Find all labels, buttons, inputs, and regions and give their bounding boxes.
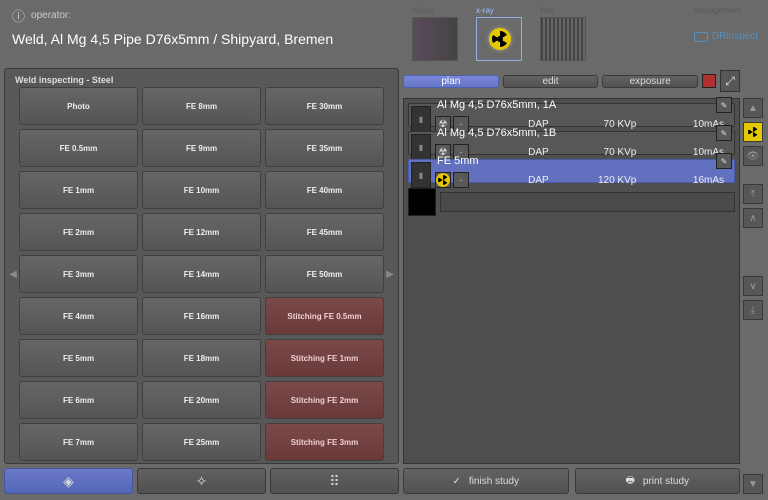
preset-button[interactable]: FE 8mm xyxy=(142,87,261,125)
operator-icon: ⓘ xyxy=(12,6,25,25)
up-button[interactable]: ∧ xyxy=(743,208,763,228)
preset-button[interactable]: FE 18mm xyxy=(142,339,261,377)
lock-icon[interactable]: · xyxy=(453,172,469,188)
preset-button[interactable]: FE 40mm xyxy=(265,171,384,209)
preset-button[interactable]: FE 25mm xyxy=(142,423,261,461)
preset-button[interactable]: Stitching FE 3mm xyxy=(265,423,384,461)
empty-slot[interactable] xyxy=(408,187,735,217)
preset-button[interactable]: FE 12mm xyxy=(142,213,261,251)
exposure-entry[interactable]: ▮FE 5mm✎·DAP120 KVp16mAs xyxy=(408,159,735,183)
entry-kvp: 120 KVp xyxy=(559,175,645,186)
hdr-lists-label: lists xyxy=(540,6,554,15)
mode-btn-1[interactable]: ◈ xyxy=(4,468,133,494)
entry-mas: 16mAs xyxy=(646,175,732,186)
entry-thumb: ▮ xyxy=(411,106,431,132)
radiation-toggle[interactable] xyxy=(743,122,763,142)
record-indicator xyxy=(702,74,716,88)
preset-button[interactable]: FE 5mm xyxy=(19,339,138,377)
preset-button[interactable]: FE 1mm xyxy=(19,171,138,209)
expand-button[interactable]: ⤢ xyxy=(720,70,740,92)
preset-button[interactable]: FE 7mm xyxy=(19,423,138,461)
preset-button[interactable]: FE 45mm xyxy=(265,213,384,251)
preset-button[interactable]: FE 0.5mm xyxy=(19,129,138,167)
preset-button[interactable]: FE 50mm xyxy=(265,255,384,293)
edit-icon[interactable]: ✎ xyxy=(716,153,732,169)
radiation-icon xyxy=(489,28,511,50)
jump-bottom-button[interactable]: ⤓ xyxy=(743,300,763,320)
preset-button[interactable]: Stitching FE 1mm xyxy=(265,339,384,377)
printer-icon: 🖶 xyxy=(625,473,634,490)
thumb-xray[interactable] xyxy=(476,17,522,61)
grid-arrow-left[interactable]: ◀ xyxy=(9,269,17,280)
preset-button[interactable]: FE 6mm xyxy=(19,381,138,419)
scroll-up-button[interactable]: ▲ xyxy=(743,98,763,118)
tab-edit[interactable]: edit xyxy=(503,75,599,88)
jump-top-button[interactable]: ⤒ xyxy=(743,184,763,204)
scroll-down-button[interactable]: ▼ xyxy=(743,474,763,494)
brand: DRinspect xyxy=(694,31,758,42)
thumb-object[interactable] xyxy=(412,17,458,61)
preset-button[interactable]: FE 4mm xyxy=(19,297,138,335)
entry-title: Al Mg 4,5 D76x5mm, 1A xyxy=(435,99,716,111)
check-icon: ✓ xyxy=(453,476,461,487)
entry-thumb: ▮ xyxy=(411,162,431,188)
hdr-object-label: object xyxy=(412,6,433,15)
mode-btn-3[interactable]: ⠿ xyxy=(270,468,399,494)
xray-mini-icon xyxy=(435,172,451,188)
exposure-entry[interactable]: ▮Al Mg 4,5 D76x5mm, 1B✎☢·DAP70 KVp10mAs xyxy=(408,131,735,155)
entry-title: FE 5mm xyxy=(435,155,716,167)
panel-title: Weld inspecting - Steel xyxy=(9,73,394,87)
empty-thumb xyxy=(408,188,436,216)
entry-title: Al Mg 4,5 D76x5mm, 1B xyxy=(435,127,716,139)
sparkle-icon: ✧ xyxy=(196,473,208,490)
tab-exposure[interactable]: exposure xyxy=(602,75,698,88)
crystal-icon: ◈ xyxy=(63,473,74,490)
preset-button[interactable]: Stitching FE 0.5mm xyxy=(265,297,384,335)
preset-button[interactable]: FE 14mm xyxy=(142,255,261,293)
dots-icon: ⠿ xyxy=(329,473,339,490)
edit-icon[interactable]: ✎ xyxy=(716,125,732,141)
preset-button[interactable]: FE 9mm xyxy=(142,129,261,167)
edit-icon[interactable]: ✎ xyxy=(716,97,732,113)
hdr-xray-label: x-ray xyxy=(476,6,494,15)
empty-bar xyxy=(440,192,735,212)
finish-study-button[interactable]: ✓finish study xyxy=(403,468,569,494)
radiation-icon xyxy=(746,125,760,139)
print-study-button[interactable]: 🖶print study xyxy=(575,468,741,494)
preset-button[interactable]: FE 20mm xyxy=(142,381,261,419)
grid-arrow-right[interactable]: ▶ xyxy=(386,269,394,280)
preset-button[interactable]: Photo xyxy=(19,87,138,125)
preset-button[interactable]: FE 10mm xyxy=(142,171,261,209)
weld-title: Weld, Al Mg 4,5 Pipe D76x5mm / Shipyard,… xyxy=(12,31,412,47)
preset-button[interactable]: FE 30mm xyxy=(265,87,384,125)
tab-plan[interactable]: plan xyxy=(403,75,499,88)
mode-btn-2[interactable]: ✧ xyxy=(137,468,266,494)
hdr-mgmt-label: management xyxy=(694,6,741,15)
preset-button[interactable]: FE 35mm xyxy=(265,129,384,167)
entry-thumb: ▮ xyxy=(411,134,431,160)
preset-button[interactable]: FE 16mm xyxy=(142,297,261,335)
eye-button[interactable]: 👁 xyxy=(743,146,763,166)
preset-button[interactable]: Stitching FE 2mm xyxy=(265,381,384,419)
entry-dap: DAP xyxy=(471,175,557,186)
exposure-entry[interactable]: ▮Al Mg 4,5 D76x5mm, 1A✎☢·DAP70 KVp10mAs xyxy=(408,103,735,127)
down-button[interactable]: ∨ xyxy=(743,276,763,296)
preset-button[interactable]: FE 2mm xyxy=(19,213,138,251)
preset-button[interactable]: FE 3mm xyxy=(19,255,138,293)
operator-label: operator: xyxy=(31,10,71,21)
thumb-lists[interactable] xyxy=(540,17,586,61)
